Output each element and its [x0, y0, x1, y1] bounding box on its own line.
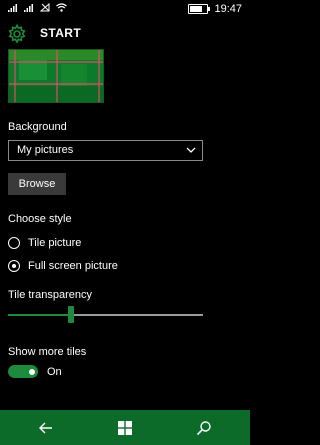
- preview-image: [9, 50, 103, 102]
- status-icons: [8, 3, 67, 12]
- search-icon[interactable]: [196, 420, 212, 436]
- no-signal-icon: [40, 3, 50, 12]
- show-more-tiles-label: Show more tiles: [8, 346, 87, 358]
- toggle-knob: [29, 368, 35, 375]
- slider-track-filled[interactable]: [8, 314, 68, 316]
- slider-track-empty[interactable]: [74, 314, 203, 316]
- background-preview: [8, 49, 104, 103]
- show-more-tiles-toggle[interactable]: [8, 365, 38, 378]
- radio-label-full-screen-picture[interactable]: Full screen picture: [28, 260, 118, 272]
- toggle-state-label: On: [47, 366, 62, 378]
- page-title: START: [40, 26, 82, 40]
- status-right: 19:47: [188, 3, 242, 15]
- battery-icon: [188, 4, 211, 14]
- choose-style-label: Choose style: [8, 213, 72, 225]
- tile-transparency-label: Tile transparency: [8, 289, 92, 301]
- chevron-down-icon: [186, 147, 196, 153]
- radio-full-screen-picture[interactable]: [8, 260, 20, 272]
- back-icon[interactable]: [38, 420, 54, 436]
- radio-label-tile-picture[interactable]: Tile picture: [28, 237, 81, 249]
- browse-button[interactable]: Browse: [8, 173, 66, 195]
- signal-icon: [8, 4, 17, 12]
- wifi-icon: [56, 3, 67, 12]
- windows-start-icon[interactable]: [117, 420, 133, 436]
- transparency-slider-thumb[interactable]: [68, 306, 74, 323]
- navigation-bar: [0, 410, 250, 445]
- status-bar: 19:47: [0, 0, 250, 19]
- gear-icon: [8, 24, 26, 44]
- radio-tile-picture[interactable]: [8, 237, 20, 249]
- background-dropdown[interactable]: My pictures: [8, 140, 203, 161]
- clock: 19:47: [214, 3, 242, 15]
- signal-icon: [24, 4, 33, 12]
- page-header: START: [0, 19, 250, 49]
- dropdown-value: My pictures: [17, 144, 74, 156]
- background-label: Background: [8, 121, 67, 133]
